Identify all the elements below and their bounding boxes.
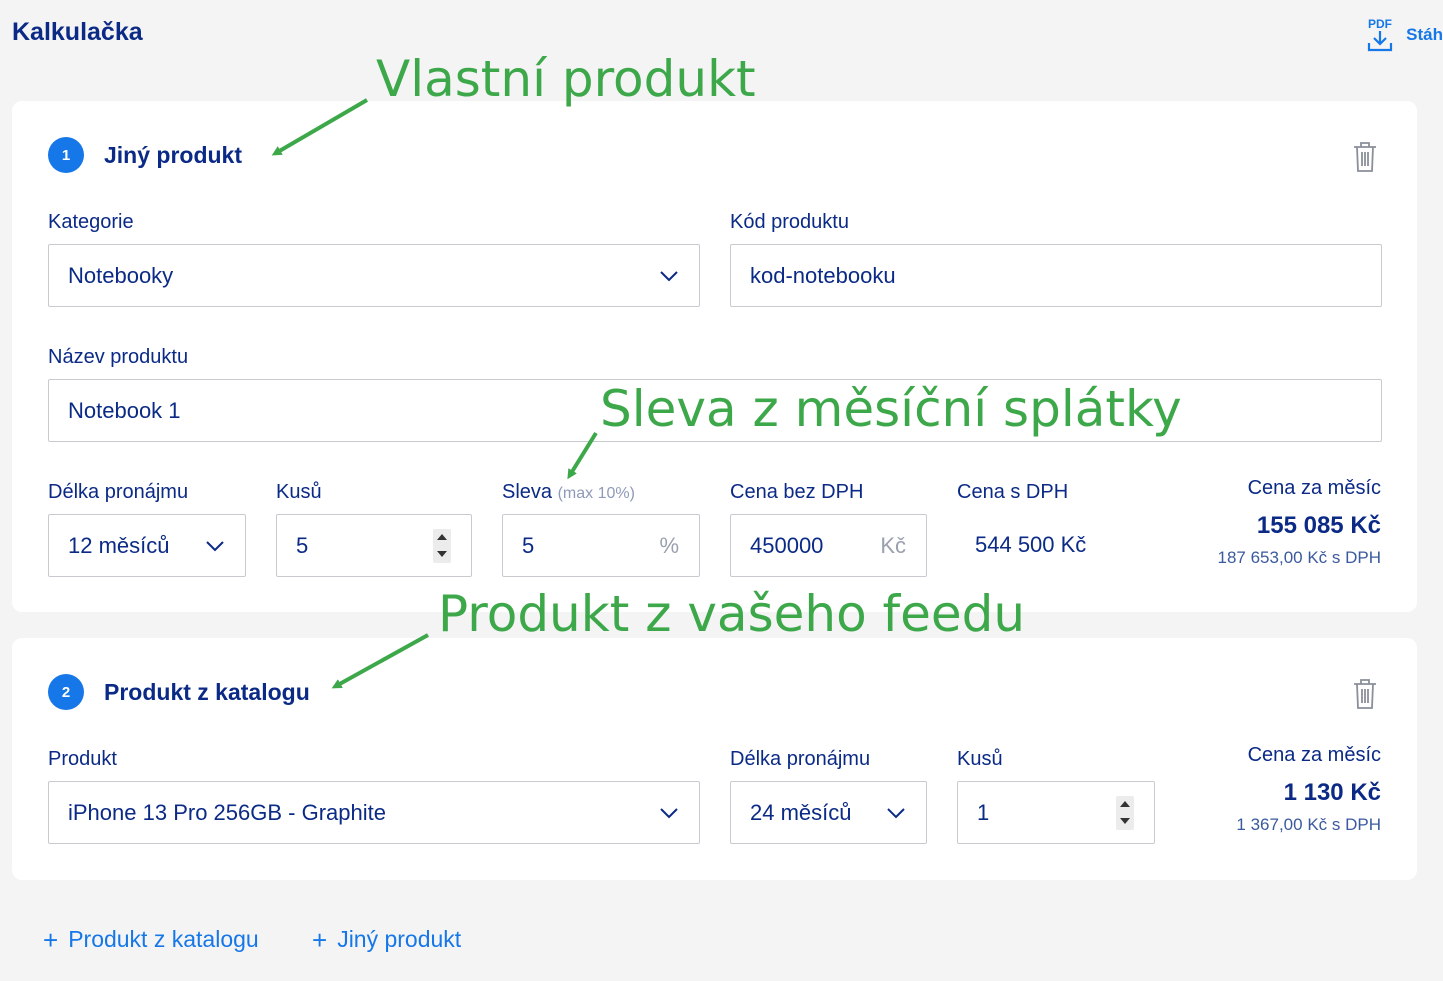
page-title: Kalkulačka — [12, 18, 143, 46]
quantity-label: Kusů — [957, 748, 1003, 770]
monthly-price-block: Cena za měsíc 1 130 Kč 1 367,00 Kč s DPH — [1236, 744, 1381, 835]
percent-suffix: % — [659, 532, 679, 558]
quantity-stepper[interactable]: 1 — [957, 781, 1155, 844]
discount-hint: (max 10%) — [557, 485, 635, 502]
calculator-page: Kalkulačka PDF Stáh 1 Jiný produkt Kateg… — [0, 0, 1443, 981]
add-other-product-label: Jiný produkt — [337, 926, 462, 952]
plus-icon: + — [43, 924, 59, 955]
rental-length-label: Délka pronájmu — [48, 481, 189, 503]
card-title: Produkt z katalogu — [104, 678, 310, 705]
product-card-catalog: 2 Produkt z katalogu Produkt iPhone 13 P… — [12, 638, 1417, 880]
price-incl-vat-label: Cena s DPH — [957, 481, 1069, 503]
add-other-product-link[interactable]: + Jiný produkt — [312, 926, 461, 953]
chevron-down-icon — [887, 807, 905, 818]
pdf-download-button[interactable]: PDF Stáh — [1364, 16, 1443, 54]
step-number-badge: 1 — [48, 137, 84, 173]
annotation-feed-product: Produkt z vašeho feedu — [438, 585, 1026, 643]
category-label: Kategorie — [48, 211, 134, 233]
add-catalog-product-label: Produkt z katalogu — [68, 926, 259, 952]
spinner-down-icon[interactable] — [1120, 818, 1130, 824]
card-title: Jiný produkt — [104, 141, 243, 168]
quantity-spinner[interactable] — [433, 528, 451, 563]
monthly-price-block: Cena za měsíc 155 085 Kč 187 653,00 Kč s… — [1218, 477, 1381, 568]
discount-value: 5 — [522, 532, 535, 558]
product-label: Produkt — [48, 748, 117, 770]
quantity-value: 1 — [977, 799, 990, 825]
currency-suffix: Kč — [880, 532, 906, 558]
step-number-badge: 2 — [48, 674, 84, 710]
product-code-input[interactable]: kod-notebooku — [730, 244, 1382, 307]
rental-length-value: 12 měsíců — [68, 532, 170, 558]
price-excl-vat-input[interactable]: 450000 Kč — [730, 514, 927, 577]
product-name-label: Název produktu — [48, 346, 189, 368]
rental-length-select[interactable]: 24 měsíců — [730, 781, 927, 844]
spinner-down-icon[interactable] — [437, 551, 447, 557]
pdf-download-icon: PDF — [1368, 17, 1393, 52]
pdf-download-label: Stáh — [1406, 25, 1443, 44]
monthly-price-value: 155 085 Kč — [1256, 512, 1381, 539]
product-select[interactable]: iPhone 13 Pro 256GB - Graphite — [48, 781, 700, 844]
product-value: iPhone 13 Pro 256GB - Graphite — [68, 799, 386, 825]
discount-label: Sleva (max 10%) — [502, 481, 635, 504]
card-header: 1 Jiný produkt — [48, 137, 242, 173]
chevron-down-icon — [660, 807, 678, 818]
spinner-up-icon[interactable] — [437, 534, 447, 540]
discount-label-text: Sleva — [502, 481, 553, 503]
monthly-price-label: Cena za měsíc — [1247, 477, 1381, 499]
trash-icon[interactable] — [1351, 678, 1379, 710]
plus-icon: + — [312, 924, 328, 955]
monthly-price-with-vat: 187 653,00 Kč s DPH — [1217, 548, 1381, 567]
rental-length-select[interactable]: 12 měsíců — [48, 514, 246, 577]
monthly-price-value: 1 130 Kč — [1283, 779, 1381, 806]
chevron-down-icon — [660, 270, 678, 281]
quantity-value: 5 — [296, 532, 309, 558]
product-code-value: kod-notebooku — [750, 262, 896, 288]
price-incl-vat-value: 544 500 Kč — [975, 532, 1087, 557]
quantity-stepper[interactable]: 5 — [276, 514, 472, 577]
card-header: 2 Produkt z katalogu — [48, 674, 310, 710]
rental-length-value: 24 měsíců — [750, 799, 852, 825]
add-catalog-product-link[interactable]: + Produkt z katalogu — [43, 926, 259, 953]
category-select[interactable]: Notebooky — [48, 244, 700, 307]
trash-icon[interactable] — [1351, 141, 1379, 173]
rental-length-label: Délka pronájmu — [730, 748, 871, 770]
annotation-custom-product: Vlastní produkt — [376, 50, 756, 108]
discount-input[interactable]: 5 % — [502, 514, 700, 577]
monthly-price-label: Cena za měsíc — [1247, 744, 1381, 766]
chevron-down-icon — [206, 540, 224, 551]
monthly-price-with-vat: 1 367,00 Kč s DPH — [1236, 815, 1381, 834]
pdf-icon-text: PDF — [1368, 17, 1392, 31]
category-value: Notebooky — [68, 262, 174, 288]
price-excl-vat-value: 450000 — [750, 532, 824, 558]
price-excl-vat-label: Cena bez DPH — [730, 481, 864, 503]
annotation-monthly-discount: Sleva z měsíční splátky — [600, 380, 1182, 438]
spinner-up-icon[interactable] — [1120, 801, 1130, 807]
product-card-custom: 1 Jiný produkt Kategorie Notebooky Kód p… — [12, 101, 1417, 612]
quantity-label: Kusů — [276, 481, 322, 503]
product-code-label: Kód produktu — [730, 211, 849, 233]
quantity-spinner[interactable] — [1116, 795, 1134, 830]
